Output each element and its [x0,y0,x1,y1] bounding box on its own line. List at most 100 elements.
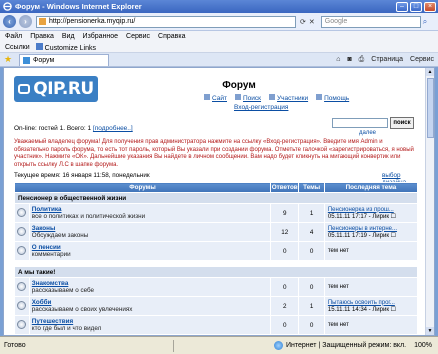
minimize-button[interactable]: – [396,1,408,12]
refresh-icon[interactable]: ⟳ [300,18,306,26]
forum-link[interactable]: Знакомства [32,280,270,287]
stop-icon[interactable]: ✕ [309,18,315,26]
forum-row: Законы Обсуждаем законы 12 4 Пенсионеры … [14,222,419,242]
forum-icon-cell [14,203,30,223]
login-register-link[interactable]: Вход-регистрация [234,104,288,111]
forum-row: Знакомства рассказываем о себе 0 0 тем н… [14,277,419,297]
page-menu[interactable]: Страница [371,56,403,64]
forum-link[interactable]: О пенсии [32,244,270,251]
forum-name-cell: Законы Обсуждаем законы [28,222,272,242]
link-site[interactable]: Сайт [204,94,227,102]
forum-icon-cell [14,241,30,261]
forum-row: Хобби рассказываем о своих увлечениях 2 … [14,296,419,316]
category-row: А мы такие! [14,266,418,278]
topics-count: 1 [298,203,325,223]
link-members[interactable]: Участники [269,94,308,102]
menu-favorites[interactable]: Избранное [83,33,118,40]
favorites-star-icon[interactable]: ★ [4,55,13,64]
advanced-search-link[interactable]: далее [359,130,376,136]
search-icon[interactable]: ⌕ [423,17,427,27]
online-status: On-line: гостей 1. Всего: 1 [подробнее..… [14,125,133,132]
replies-count: 12 [269,222,300,242]
tab-favicon-icon [23,56,30,64]
maximize-button[interactable]: □ [410,1,422,12]
customize-links[interactable]: Customize Links [35,42,96,52]
topics-count: 0 [298,277,325,297]
last-topic-link[interactable]: Пытаюсь освоить прог... [328,300,417,306]
scroll-down-icon[interactable]: ▼ [426,327,434,335]
forum-link[interactable]: Путешествия [32,318,270,325]
site-icon [204,94,210,100]
scrollbar-thumb[interactable] [427,78,434,138]
replies-count: 0 [269,277,300,297]
forum-description: рассказываем о своих увлечениях [31,306,133,313]
link-help[interactable]: Помощь [316,94,349,102]
replies-count: 2 [269,296,300,316]
online-details-link[interactable]: [подробнее..] [93,125,133,132]
last-topic-cell: Пенсионерка из прош... 05.11.11 17:17 - Л… [323,203,419,223]
forum-row: Политика все о политиках и политической … [14,203,419,223]
menu-help[interactable]: Справка [158,33,185,40]
ie-logo-icon [3,2,12,11]
security-zone[interactable]: Интернет | Защищенный режим: вкл. [273,341,407,350]
forum-status-icon [17,226,27,236]
current-time: Текущее время: 16 января 11:58, понедель… [14,172,150,179]
search-engine-input[interactable]: Google [320,15,421,28]
forum-icon-cell [14,296,30,316]
zone-text: Интернет | Защищенный режим: вкл. [285,342,407,349]
menu-tools[interactable]: Сервис [126,33,150,40]
chat-bubble-icon [18,84,31,94]
last-topic-cell: Пытаюсь освоить прог... 15.11.11 14:34 - … [323,296,419,316]
forum-link[interactable]: Законы [32,225,270,232]
menu-edit[interactable]: Правка [30,33,54,40]
forum-status-icon [17,319,27,329]
qip-logo[interactable]: QIP.RU [14,76,98,102]
header-forums: Форумы [14,182,271,193]
topics-count: 1 [298,296,325,316]
forum-name-cell: Путешествия кто где был и что видел [28,315,272,335]
tab-bar: ★ Форум ⌂ ◙ ⎙ Страница Сервис [0,53,438,67]
welcome-message: Уважаемый владелец форума! Для получения… [14,139,414,168]
forum-name-cell: Знакомства рассказываем о себе [28,277,272,297]
last-topic-meta: тем нет [327,248,349,254]
last-topic-meta: 15.11.11 14:34 - Лирик ☐ [327,306,396,313]
forum-description: комментарии [31,251,71,258]
links-label: Ссылки [5,43,30,51]
link-search[interactable]: Поиск [235,94,261,102]
forum-description: Обсуждаем законы [31,232,89,239]
feeds-icon[interactable]: ◙ [347,56,351,64]
scroll-up-icon[interactable]: ▲ [426,68,434,76]
vertical-scrollbar[interactable]: ▲ ▼ [425,68,434,335]
last-topic-meta: тем нет [327,284,349,290]
tab-forum[interactable]: Форум [19,53,109,66]
status-divider [173,339,174,352]
back-button[interactable]: ‹ [3,15,16,28]
tools-menu[interactable]: Сервис [410,56,434,64]
window-title: Форум - Windows Internet Explorer [15,2,142,11]
menu-file[interactable]: Файл [5,33,22,40]
url-text: http://pensionerka.myqip.ru/ [49,18,136,25]
forum-search-input[interactable] [332,118,388,128]
last-topic-cell: тем нет [323,277,419,297]
page-viewport: QIP.RU Форум Сайт Поиск Участники Помощь… [3,67,435,336]
print-icon[interactable]: ⎙ [359,56,365,64]
forum-name-cell: Политика все о политиках и политической … [28,203,272,223]
zoom-level[interactable]: 100% [406,342,438,349]
forum-search-button[interactable]: поиск [390,117,414,129]
tab-label: Форум [33,56,55,64]
page-icon [39,18,46,25]
forum-status-icon [17,281,27,291]
last-topic-link[interactable]: Пенсионеры в интерне... [328,226,417,232]
address-tools: ⟳ ✕ [300,18,315,26]
last-topic-link[interactable]: Пенсионерка из прош... [328,207,417,213]
url-field[interactable]: http://pensionerka.myqip.ru/ [36,15,296,28]
menu-view[interactable]: Вид [62,33,75,40]
forum-link[interactable]: Политика [32,206,270,213]
topics-count: 4 [298,222,325,242]
members-icon [269,94,276,100]
home-icon[interactable]: ⌂ [336,56,340,64]
forum-link[interactable]: Хобби [32,299,270,306]
forward-button[interactable]: › [19,15,32,28]
close-button[interactable]: × [424,1,436,12]
globe-icon [273,341,283,350]
